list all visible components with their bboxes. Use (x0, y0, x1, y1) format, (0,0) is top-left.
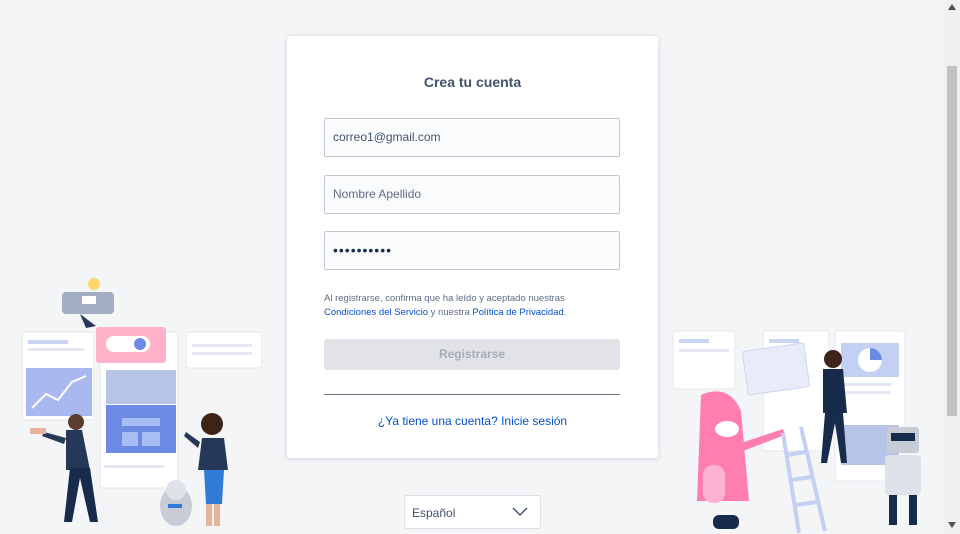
legal-suffix: . (563, 307, 567, 318)
legal-prefix: Al registrarse, confirma que ha leído y … (324, 293, 565, 304)
password-field[interactable]: •••••••••• (324, 231, 620, 270)
signup-page: Crea tu cuenta correo1@gmail.com Nombre … (0, 0, 944, 534)
language-label: Español (412, 506, 456, 520)
divider (324, 394, 620, 395)
signup-title: Crea tu cuenta (423, 74, 522, 90)
left-team-illustration (21, 278, 263, 526)
legal-middle: y nuestra (430, 307, 470, 318)
scroll-up-arrow-icon[interactable] (948, 4, 956, 10)
email-field[interactable]: correo1@gmail.com (324, 118, 620, 157)
name-field[interactable]: Nombre Apellido (324, 175, 620, 214)
terms-link[interactable]: Condiciones del Servicio (324, 307, 428, 318)
scrollbar-thumb[interactable] (947, 66, 957, 416)
scroll-down-arrow-icon[interactable] (948, 522, 956, 528)
login-link-text[interactable]: ¿Ya tiene una cuenta? Inicie sesión (378, 414, 567, 428)
right-team-illustration (672, 330, 921, 534)
chevron-down-icon (512, 507, 528, 517)
privacy-link[interactable]: Política de Privacidad (472, 307, 563, 318)
register-button[interactable]: Registrarse (324, 339, 620, 370)
signup-card: Crea tu cuenta correo1@gmail.com Nombre … (287, 36, 658, 458)
language-select[interactable]: Español (404, 495, 541, 529)
login-link[interactable]: ¿Ya tiene una cuenta? Inicie sesión (287, 414, 658, 428)
vertical-scrollbar[interactable] (944, 0, 960, 534)
legal-notice: Al registrarse, confirma que ha leído y … (324, 292, 620, 320)
